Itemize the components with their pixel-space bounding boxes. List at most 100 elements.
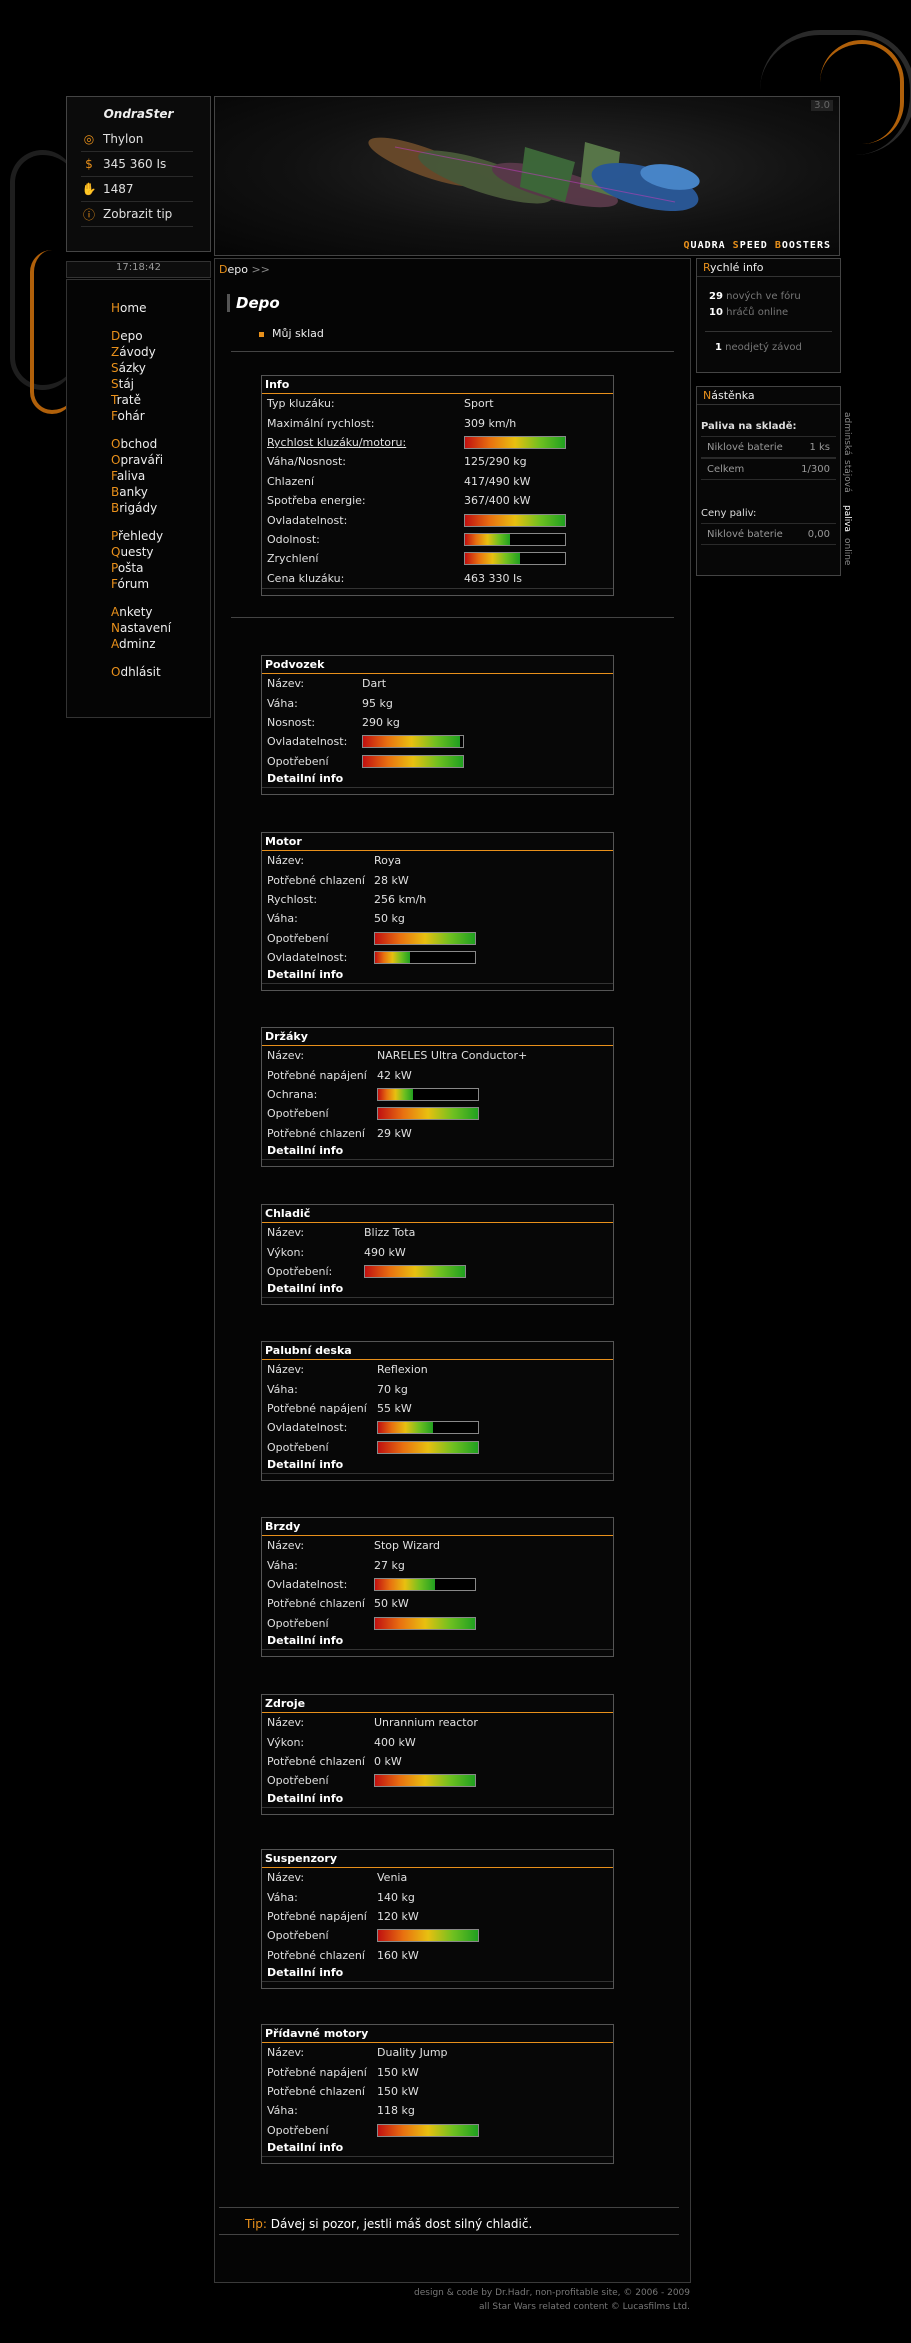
panel-row: Opotřebení [262,1104,613,1123]
detail-info-link[interactable]: Detailní info [262,1143,613,1159]
row-label: Název: [267,1871,305,1885]
nav-item-home[interactable]: Home [67,300,210,316]
quick-info-line[interactable]: 10 hráčů online [697,305,840,321]
user-stat-text[interactable]: Zobrazit tip [103,207,172,221]
panel-row: Zrychlení [262,549,613,568]
my-storage-link[interactable]: Můj sklad [259,327,324,340]
noticeboard-tab-1[interactable]: stájová [842,460,852,493]
nav-item-initial: B [111,501,120,515]
panel-footer [262,983,613,990]
nav-item-závody[interactable]: Závody [67,344,210,360]
brand-logo: QUADRA SPEED BOOSTERS [684,240,831,251]
nav-item-sázky[interactable]: Sázky [67,360,210,376]
breadcrumb[interactable]: Depo >> [219,263,270,276]
panel-row: Váha: 118 kg [262,2101,613,2120]
nav-item-depo[interactable]: Depo [67,328,210,344]
nav-item-ankety[interactable]: Ankety [67,604,210,620]
row-label: Ovladatelnost: [267,735,348,749]
main-navigation: Home Depo Závody Sázky Stáj Tratě Fohár Obchod O… [66,279,211,718]
detail-info-link[interactable]: Detailní info [262,1633,613,1649]
stat-bar-fill [378,2124,478,2136]
row-label: Rychlost: [267,892,318,906]
row-label: Váha: [267,1890,298,1904]
nav-item-tratě[interactable]: Tratě [67,392,210,408]
nav-item-adminz[interactable]: Adminz [67,636,210,652]
row-value: 27 kg [374,1558,405,1572]
stat-bar [377,1421,479,1435]
noticeboard-title: Nástěnka [697,387,840,405]
panel-row: Ochrana: [262,1085,613,1104]
row-label: Maximální rychlost: [267,416,375,430]
planet-icon: ◎ [83,132,95,146]
stat-bar-fill [378,1088,413,1100]
row-value: 290 kg [362,715,400,729]
tip-icon: ⓘ [82,207,95,222]
panel-row: Váha/Nosnost: 125/290 kg [262,452,613,471]
detail-info-link[interactable]: Detailní info [262,967,613,983]
row-label: Potřebné chlazení [267,1754,365,1768]
detail-info-link[interactable]: Detailní info [262,1457,613,1473]
row-label: Název: [267,1716,305,1730]
row-label: Cena kluzáku: [267,571,345,585]
row-value: 150 kW [377,2065,419,2079]
nav-item-pošta[interactable]: Pošta [67,560,210,576]
detail-info-link[interactable]: Detailní info [262,1965,613,1981]
nav-item-banky[interactable]: Banky [67,484,210,500]
nav-item-questy[interactable]: Questy [67,544,210,560]
nav-item-faliva[interactable]: Faliva [67,468,210,484]
stat-bar-fill [363,736,460,748]
row-value: 309 km/h [464,416,517,430]
nav-item-label: nkety [119,605,153,619]
quick-info-line[interactable]: 29 nových ve fóru [697,289,840,305]
nav-item-nastavení[interactable]: Nastavení [67,620,210,636]
panel-title: Držáky [262,1028,613,1046]
row-label: Opotřebení [267,1929,329,1943]
fuel-value: 1 ks [809,441,830,453]
nav-item-fohár[interactable]: Fohár [67,408,210,424]
panel-title: Brzdy [262,1518,613,1536]
panel-footer [262,1297,613,1304]
noticeboard-tab-3[interactable]: online [842,538,852,565]
nav-item-brigády[interactable]: Brigády [67,500,210,516]
nav-item-initial: S [111,361,119,375]
user-panel: OndraSter ◎ Thylon $345 360 Is ✋ 1487 ⓘ Zobraz… [66,96,211,252]
nav-item-stáj[interactable]: Stáj [67,376,210,392]
row-label: Opotřebení: [267,1264,333,1278]
detail-info-link[interactable]: Detailní info [262,771,613,787]
noticeboard-tab-2[interactable]: paliva [842,505,852,532]
nav-item-opraváři[interactable]: Opraváři [67,452,210,468]
nav-item-přehledy[interactable]: Přehledy [67,528,210,544]
nav-item-obchod[interactable]: Obchod [67,436,210,452]
row-label: Opotřebení [267,1616,329,1630]
nav-item-initial: S [111,377,119,391]
fuel-prices-title: Ceny paliv: [701,508,757,519]
quick-info-line[interactable]: 1 neodjetý závod [697,340,840,356]
detail-info-link[interactable]: Detailní info [262,2140,613,2156]
noticeboard-tab-0[interactable]: adminská [842,412,852,455]
tip-text: Dávej si pozor, jestli máš dost silný ch… [270,2217,533,2231]
nav-item-fórum[interactable]: Fórum [67,576,210,592]
row-label: Název: [267,1539,305,1553]
stat-bar-fill [465,533,510,545]
fuel-name: Niklové baterie [707,441,783,453]
divider [231,617,674,618]
nav-item-odhlásit[interactable]: Odhlásit [67,664,210,680]
detail-info-link[interactable]: Detailní info [262,1791,613,1807]
row-value: 140 kg [377,1890,415,1904]
stat-bar [374,1774,476,1788]
panel-row: Opotřebení [262,929,613,948]
panel-footer [262,1158,613,1166]
panel-row: Potřebné napájení 150 kW [262,2062,613,2081]
fuel-value: 1/300 [801,463,830,475]
row-value: 50 kg [374,912,405,926]
stat-bar [377,1929,479,1943]
user-stat-text: 345 360 Is [103,157,167,171]
quick-info-count: 10 [709,307,723,318]
brand-rest: OOSTERS [781,240,831,251]
detail-info-link[interactable]: Detailní info [262,1281,613,1297]
version-label: 3.0 [811,100,833,111]
panel-row: Potřebné napájení 42 kW [262,1065,613,1084]
user-stat-row[interactable]: ⓘ Zobrazit tip [81,202,193,227]
panel-row: Chlazení 417/490 kW [262,472,613,491]
nav-item-initial: N [111,621,120,635]
